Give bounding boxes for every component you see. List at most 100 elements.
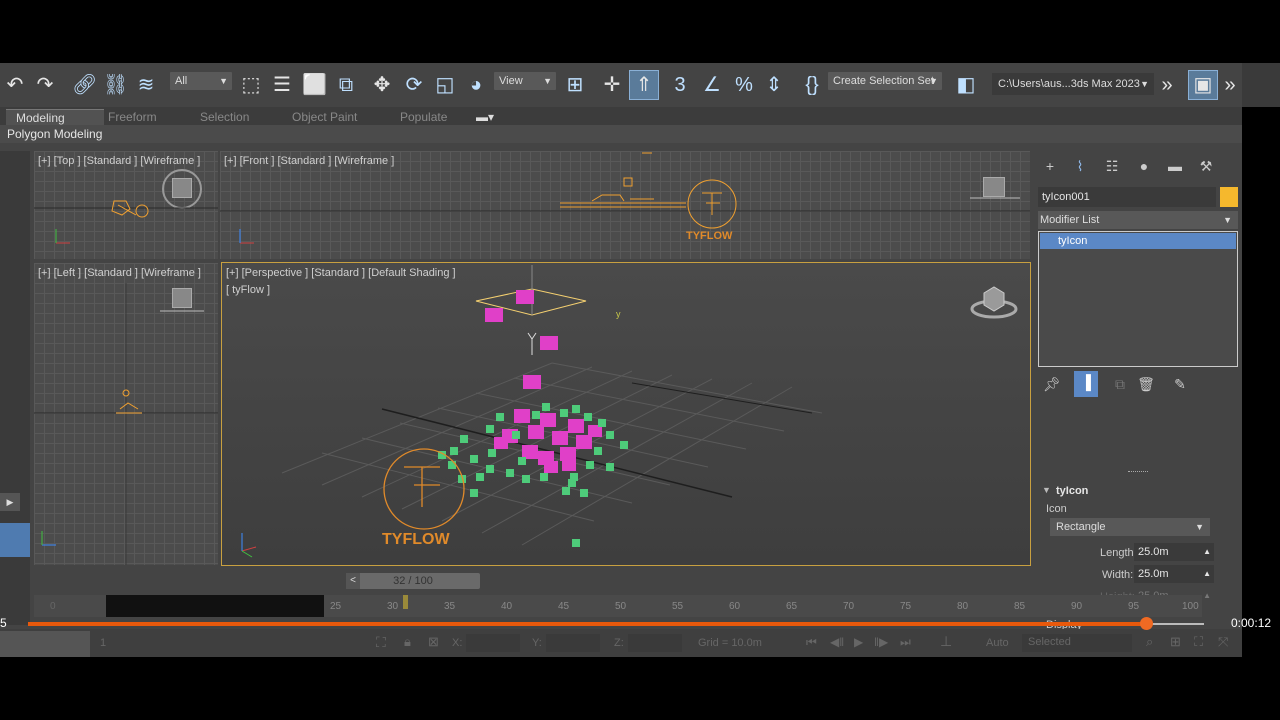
modify-tab-icon[interactable]: ⌇	[1068, 155, 1092, 177]
max-app-window: ↶ ↷ 🔗︎ ⛓︎ ≋ All ▼ ⬚ ☰ ⬜ ⧉ ✥ ⟳ ◱ ◕ View ▼ ⊞…	[0, 63, 1242, 657]
y-coordinate-field[interactable]	[546, 634, 600, 652]
current-frame-marker[interactable]	[403, 595, 408, 609]
rollout-collapse-icon[interactable]: ▼	[1042, 485, 1051, 495]
unlink-icon[interactable]: ⛓︎	[103, 73, 128, 97]
remove-modifier-icon[interactable]: 🗑︎	[1134, 373, 1158, 395]
modifier-stack-item[interactable]: tyIcon	[1040, 233, 1236, 249]
project-path-dropdown[interactable]: C:\Users\aus...3ds Max 2023 ▼	[992, 73, 1154, 95]
more-toolbar-icon[interactable]: »	[1218, 73, 1242, 97]
viewport-perspective[interactable]: [+] [Perspective ] [Standard ] [Default …	[221, 262, 1031, 566]
scale-icon[interactable]: ◱	[433, 73, 457, 97]
width-spinner[interactable]: 25.0m ▲	[1134, 565, 1214, 583]
zoom-extents-icon[interactable]: ⛶	[1194, 634, 1203, 650]
go-to-start-icon[interactable]: ⏮	[806, 635, 817, 650]
play-icon[interactable]: ▶	[854, 635, 863, 649]
window-crossing-icon[interactable]: ⧉	[334, 73, 358, 97]
viewport-left[interactable]: [+] [Left ] [Standard ] [Wireframe ]	[34, 263, 218, 565]
link-icon[interactable]: 🔗︎	[72, 73, 97, 97]
time-slider[interactable]: < 32 / 100	[346, 573, 480, 589]
display-tab-icon[interactable]: ▬	[1163, 155, 1187, 177]
spinner-arrows-icon[interactable]: ▲	[1203, 543, 1211, 561]
create-tab-icon[interactable]: +	[1038, 155, 1062, 177]
rollout-title[interactable]: tyIcon	[1056, 485, 1088, 497]
make-unique-icon[interactable]: ⧉	[1108, 373, 1132, 395]
mirror-icon[interactable]: ◧	[954, 73, 978, 97]
select-by-name-icon[interactable]: ☰	[270, 73, 294, 97]
perspective-scene: y TYFLOW	[241, 265, 1018, 558]
lock-selection-icon[interactable]: 🔒︎	[404, 634, 411, 650]
modifier-list-dropdown[interactable]: Modifier List ▼	[1038, 211, 1238, 229]
set-key-icon[interactable]: ⊥	[940, 633, 952, 650]
zoom-all-icon[interactable]: ⊞	[1170, 634, 1181, 650]
viewport-top[interactable]: [+] [Top ] [Standard ] [Wireframe ]	[34, 151, 218, 259]
previous-key-icon[interactable]: ◀‖	[830, 635, 844, 649]
polygon-modeling-label[interactable]: Polygon Modeling	[7, 127, 102, 141]
expand-layout-icon[interactable]: ▶	[0, 493, 20, 511]
tick-label: 40	[501, 601, 513, 612]
z-coordinate-field[interactable]	[628, 634, 682, 652]
configure-modifier-sets-icon[interactable]: ✎	[1168, 373, 1192, 395]
go-to-end-icon[interactable]: ⏭	[900, 635, 911, 650]
tab-freeform[interactable]: Freeform	[108, 109, 157, 125]
tick-label: 60	[729, 601, 741, 612]
bind-spacewarp-icon[interactable]: ≋	[134, 73, 158, 97]
spinner-arrows-icon[interactable]: ▲	[1203, 565, 1211, 583]
maxscript-listener[interactable]	[0, 631, 90, 657]
stack-tools: 📌︎ ▐ ⧉ 🗑︎ ✎	[1038, 371, 1238, 397]
isolate-icon[interactable]: ⛶	[376, 634, 386, 651]
pin-stack-icon[interactable]: 📌︎	[1040, 373, 1064, 395]
tick-label: 30	[387, 601, 399, 612]
object-color-swatch[interactable]	[1220, 187, 1238, 207]
ref-coord-label: View	[499, 75, 523, 87]
ribbon-options-icon[interactable]: ▬▾	[476, 109, 494, 125]
length-spinner[interactable]: 25.0m ▲	[1134, 543, 1214, 561]
chevron-down-icon: ▼	[929, 76, 938, 86]
expand-toolbar-icon[interactable]: »	[1155, 73, 1179, 97]
rectangular-selection-icon[interactable]: ⬜	[302, 73, 327, 97]
move-icon[interactable]: ✥	[370, 73, 394, 97]
percent-snap-icon[interactable]: %	[732, 73, 756, 97]
icon-type-dropdown[interactable]: Rectangle ▼	[1050, 518, 1210, 536]
zoom-icon[interactable]: ⌕	[1146, 634, 1153, 650]
zoom-extents-all-icon[interactable]: ⤧	[1218, 634, 1228, 650]
object-name-field[interactable]: tyIcon001	[1038, 187, 1216, 207]
create-selection-set-dropdown[interactable]: Create Selection Set ▼	[828, 72, 942, 90]
motion-tab-icon[interactable]: ●	[1132, 155, 1156, 177]
selection-filter-dropdown[interactable]: All ▼	[170, 72, 232, 90]
tab-populate[interactable]: Populate	[400, 109, 447, 125]
next-key-icon[interactable]: ‖▶	[874, 635, 888, 649]
select-manipulate-icon[interactable]: ✛	[600, 73, 624, 97]
snaps-toggle-icon[interactable]: 3	[668, 73, 692, 97]
tab-selection[interactable]: Selection	[200, 109, 249, 125]
redo-icon[interactable]: ↷	[33, 73, 57, 97]
edit-named-selection-icon[interactable]: {}	[800, 73, 824, 97]
layout-grid-icon[interactable]	[0, 523, 30, 557]
undo-icon[interactable]: ↶	[3, 73, 27, 97]
absolute-mode-icon[interactable]: ⊠	[428, 634, 439, 650]
hierarchy-tab-icon[interactable]: ☷	[1100, 155, 1124, 177]
select-object-icon[interactable]: ⬚	[239, 73, 263, 97]
previous-frame-button[interactable]: <	[346, 573, 360, 589]
viewport-front[interactable]: [+] [Front ] [Standard ] [Wireframe ] TY…	[220, 151, 1030, 259]
pivot-center-icon[interactable]: ⊞	[563, 73, 587, 97]
spinner-snap-icon[interactable]: ⇕	[762, 73, 786, 97]
tick-label: 35	[444, 601, 456, 612]
show-end-result-icon[interactable]: ▐	[1074, 371, 1098, 397]
key-filter-dropdown[interactable]: Selected	[1022, 634, 1132, 652]
tick-label: 75	[900, 601, 912, 612]
panel-divider[interactable]	[1128, 471, 1148, 473]
video-progress-bar[interactable]	[0, 617, 1280, 630]
tab-object-paint[interactable]: Object Paint	[292, 109, 357, 125]
tab-modeling[interactable]: Modeling	[6, 109, 104, 125]
angle-snap-icon[interactable]: ∠	[700, 73, 724, 97]
track-bar[interactable]: 0 25 30 35 40 45 50 55 60 65 70 75 80 85…	[34, 595, 1202, 617]
video-scrubber-knob[interactable]	[1140, 617, 1153, 630]
rotate-icon[interactable]: ⟳	[402, 73, 426, 97]
utilities-tab-icon[interactable]: ⚒	[1194, 155, 1218, 177]
spinner-arrows-icon[interactable]: ▲	[1203, 587, 1211, 605]
auto-key-button[interactable]: Auto	[986, 637, 1009, 649]
reference-coordinate-dropdown[interactable]: View ▼	[494, 72, 556, 90]
z-label: Z:	[614, 637, 624, 649]
placement-icon[interactable]: ◕	[464, 73, 488, 97]
x-coordinate-field[interactable]	[466, 634, 520, 652]
